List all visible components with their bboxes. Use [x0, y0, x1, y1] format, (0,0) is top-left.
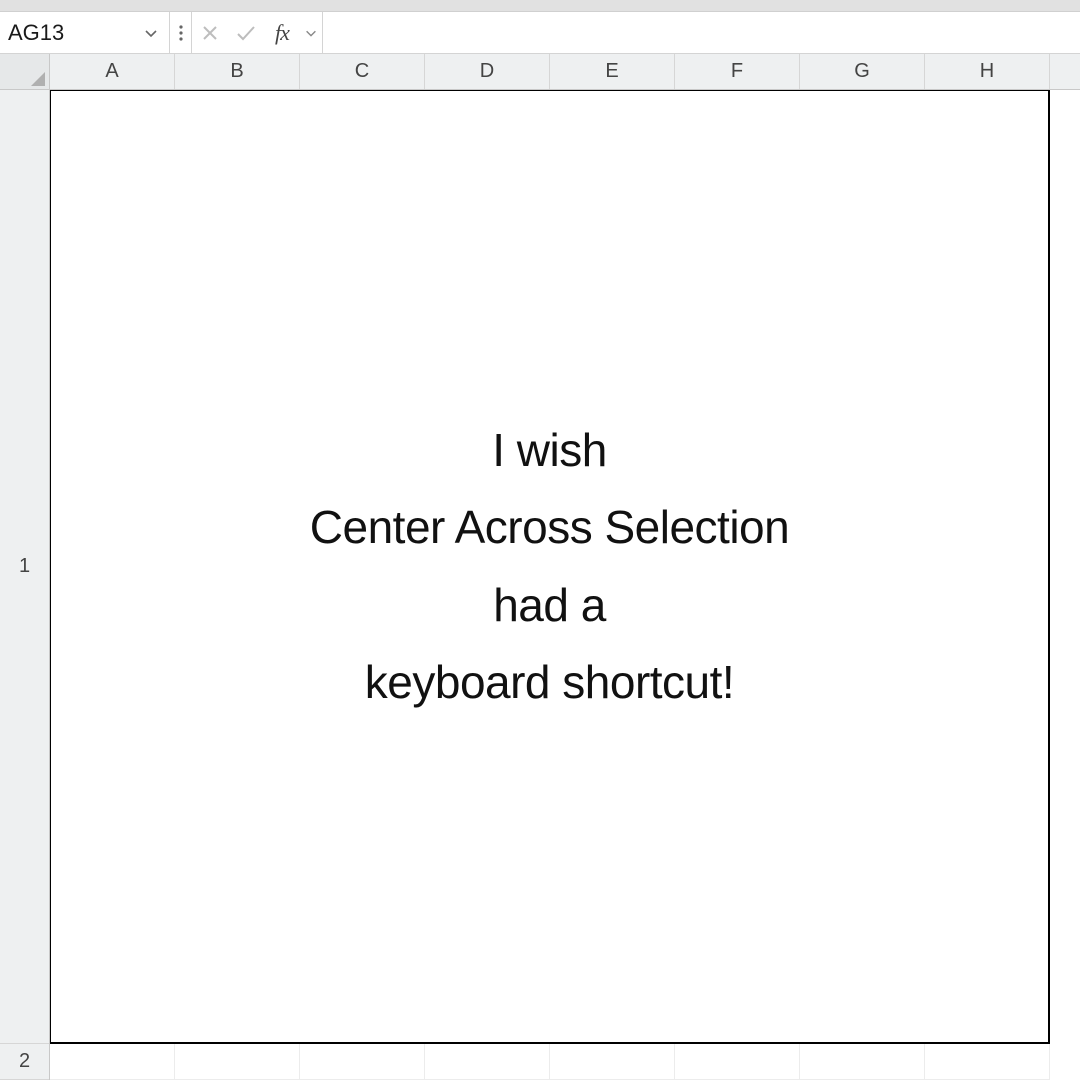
insert-function-button[interactable]: fx [264, 12, 300, 53]
cell-text-line: had a [493, 577, 606, 635]
cell[interactable] [50, 1044, 175, 1080]
column-header-row: A B C D E F G H [0, 54, 1080, 90]
column-header[interactable]: H [925, 54, 1050, 89]
name-box-dropdown[interactable] [143, 25, 159, 41]
grid-area: 1 2 I wish Center Across Selection had a… [0, 90, 1080, 1080]
enter-button[interactable] [228, 12, 264, 53]
row-header[interactable]: 1 [0, 90, 49, 1044]
row-2-cells [50, 1044, 1050, 1080]
column-header[interactable]: G [800, 54, 925, 89]
cell-text-line: Center Across Selection [310, 499, 789, 557]
cell[interactable] [175, 1044, 300, 1080]
column-header[interactable]: E [550, 54, 675, 89]
formula-bar: fx [0, 12, 1080, 54]
name-box[interactable] [8, 20, 143, 46]
row-header[interactable]: 2 [0, 1044, 49, 1080]
cancel-button[interactable] [192, 12, 228, 53]
cell[interactable] [300, 1044, 425, 1080]
select-all-corner[interactable] [0, 54, 50, 89]
cell[interactable] [800, 1044, 925, 1080]
cell-text-line: keyboard shortcut! [365, 654, 734, 712]
row-header-gutter: 1 2 [0, 90, 50, 1080]
function-dropdown[interactable] [300, 12, 322, 53]
cell[interactable] [550, 1044, 675, 1080]
cell[interactable] [675, 1044, 800, 1080]
column-header[interactable]: D [425, 54, 550, 89]
merged-cell-a1-h1[interactable]: I wish Center Across Selection had a key… [50, 90, 1050, 1044]
name-box-container [0, 12, 170, 53]
column-header[interactable]: A [50, 54, 175, 89]
ribbon-strip [0, 0, 1080, 12]
fx-icon: fx [275, 20, 289, 46]
formula-input[interactable] [323, 12, 1080, 53]
cells-region[interactable]: I wish Center Across Selection had a key… [50, 90, 1080, 1080]
column-header[interactable]: C [300, 54, 425, 89]
cell[interactable] [425, 1044, 550, 1080]
cell[interactable] [925, 1044, 1050, 1080]
column-header[interactable]: B [175, 54, 300, 89]
formula-bar-more[interactable] [170, 12, 192, 53]
cell-text-line: I wish [492, 422, 607, 480]
column-header[interactable]: F [675, 54, 800, 89]
